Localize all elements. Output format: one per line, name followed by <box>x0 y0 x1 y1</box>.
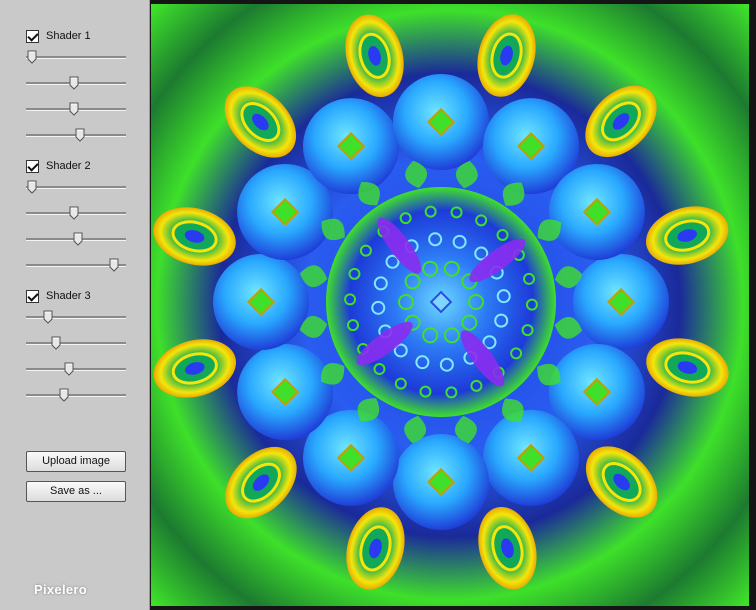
slider-track <box>26 394 126 397</box>
shader-group-2: Shader 2 <box>26 157 126 279</box>
shader-3-slider-4[interactable] <box>26 383 126 409</box>
control-panel: Shader 1 Shader 2 Shader 3 Upload image … <box>0 0 150 610</box>
kaleido-blob <box>548 164 645 260</box>
shader-3-toggle[interactable]: Shader 3 <box>26 287 126 305</box>
app-logo: Pixelero <box>34 582 87 597</box>
kaleidoscope-canvas[interactable] <box>151 4 749 606</box>
slider-thumb[interactable] <box>43 310 53 324</box>
shader-1-slider-1[interactable] <box>26 45 126 71</box>
shader-group-3: Shader 3 <box>26 287 126 409</box>
kaleido-blob <box>393 74 489 170</box>
shader-3-checkbox[interactable] <box>26 289 39 303</box>
kaleido-blob <box>393 434 489 530</box>
save-as-button[interactable]: Save as ... <box>26 481 126 502</box>
app-window: Shader 1 Shader 2 Shader 3 Upload image … <box>0 0 756 610</box>
slider-track <box>26 342 126 345</box>
slider-thumb[interactable] <box>109 258 119 272</box>
shader-3-label: Shader 3 <box>46 290 91 302</box>
kaleido-blob <box>237 344 334 440</box>
shader-1-label: Shader 1 <box>46 30 91 42</box>
kaleido-blob <box>303 98 399 195</box>
slider-thumb[interactable] <box>69 206 79 220</box>
kaleido-blob <box>213 254 309 350</box>
shader-2-checkbox[interactable] <box>26 159 39 173</box>
shader-1-toggle[interactable]: Shader 1 <box>26 27 126 45</box>
slider-thumb[interactable] <box>69 102 79 116</box>
shader-3-slider-2[interactable] <box>26 331 126 357</box>
slider-track <box>26 56 126 59</box>
shader-2-slider-1[interactable] <box>26 175 126 201</box>
shader-3-slider-1[interactable] <box>26 305 126 331</box>
slider-track <box>26 186 126 189</box>
slider-thumb[interactable] <box>51 336 61 350</box>
kaleido-blob <box>573 254 669 350</box>
slider-thumb[interactable] <box>27 180 37 194</box>
shader-group-1: Shader 1 <box>26 27 126 149</box>
slider-thumb[interactable] <box>75 128 85 142</box>
slider-track <box>26 368 126 371</box>
slider-thumb[interactable] <box>69 76 79 90</box>
slider-thumb[interactable] <box>59 388 69 402</box>
shader-1-slider-4[interactable] <box>26 123 126 149</box>
shader-2-slider-2[interactable] <box>26 201 126 227</box>
slider-thumb[interactable] <box>64 362 74 376</box>
slider-track <box>26 316 126 319</box>
shader-2-label: Shader 2 <box>46 160 91 172</box>
shader-1-slider-3[interactable] <box>26 97 126 123</box>
shader-1-slider-2[interactable] <box>26 71 126 97</box>
shader-3-slider-3[interactable] <box>26 357 126 383</box>
kaleidoscope-image <box>151 4 749 606</box>
slider-thumb[interactable] <box>73 232 83 246</box>
shader-2-toggle[interactable]: Shader 2 <box>26 157 126 175</box>
kaleido-blob <box>483 409 579 506</box>
shader-2-slider-4[interactable] <box>26 253 126 279</box>
shader-2-slider-3[interactable] <box>26 227 126 253</box>
upload-image-button[interactable]: Upload image <box>26 451 126 472</box>
shader-1-checkbox[interactable] <box>26 29 39 43</box>
slider-thumb[interactable] <box>27 50 37 64</box>
